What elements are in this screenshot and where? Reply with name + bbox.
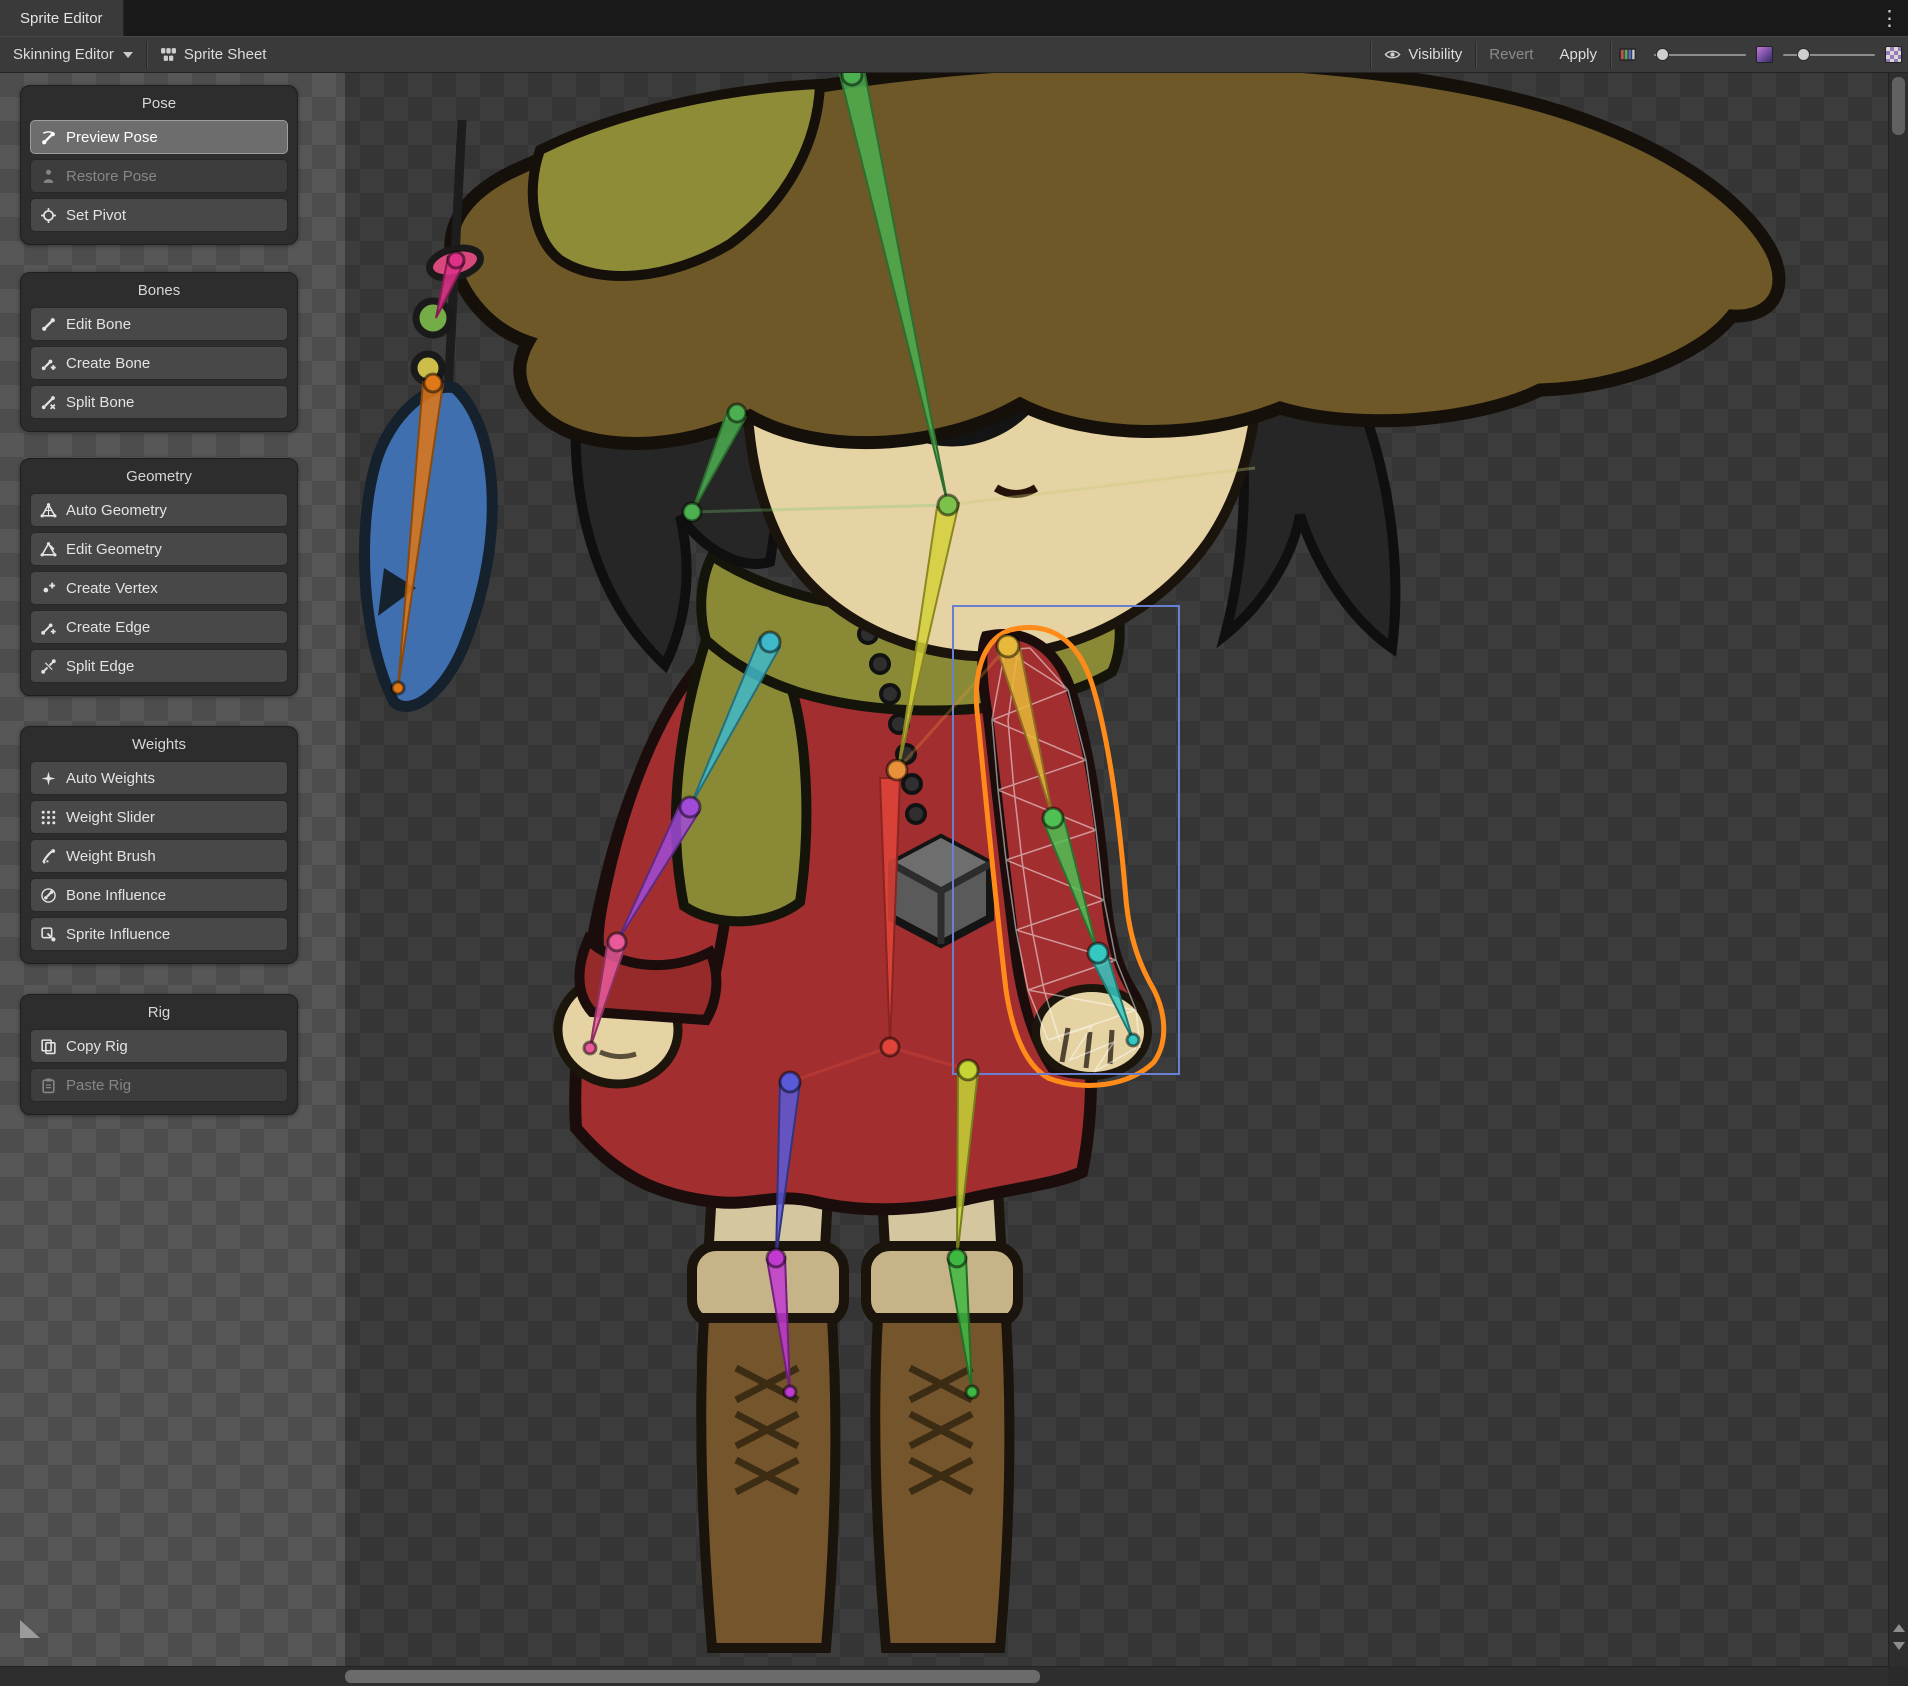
auto-geometry-button[interactable]: Auto Geometry [30,493,288,527]
horizontal-scrollbar[interactable] [0,1666,1888,1686]
weight-brush-button[interactable]: Weight Brush [30,839,288,873]
set-pivot-button[interactable]: Set Pivot [30,198,288,232]
split-bone-icon [40,394,57,411]
panel-title: Rig [21,995,297,1029]
toolbar: Skinning Editor Sprite Sheet Visibility … [0,36,1908,73]
edit-bone-icon [40,316,57,333]
horizontal-scrollbar-thumb[interactable] [345,1670,1040,1683]
bone-influence-icon [40,887,57,904]
scroll-down-icon[interactable] [1893,1642,1905,1650]
scroll-up-icon[interactable] [1893,1624,1905,1632]
split-edge-icon [40,658,57,675]
create-bone-icon [40,355,57,372]
create-bone-button[interactable]: Create Bone [30,346,288,380]
rgb-bars-icon [1619,46,1636,63]
kebab-menu-icon[interactable]: ⋮ [1871,0,1908,36]
copy-rig-icon [40,1038,57,1055]
preview-pose-button[interactable]: Preview Pose [30,120,288,154]
panel-pose: Pose Preview Pose Restore Pose Set Pivot [20,85,298,245]
create-edge-icon [40,619,57,636]
zoom-slider[interactable] [1783,54,1875,56]
weight-slider-icon [40,809,57,826]
edit-geometry-icon [40,541,57,558]
vertical-scrollbar[interactable] [1888,73,1908,1666]
alpha-slider-thumb[interactable] [1656,48,1669,61]
apply-button[interactable]: Apply [1546,37,1610,72]
tab-label: Sprite Editor [20,10,103,27]
preview-pose-icon [40,129,57,146]
split-bone-button[interactable]: Split Bone [30,385,288,419]
eye-icon [1384,46,1401,63]
tab-bar: Sprite Editor ⋮ [0,0,1908,36]
create-edge-button[interactable]: Create Edge [30,610,288,644]
auto-weights-button[interactable]: Auto Weights [30,761,288,795]
visibility-button[interactable]: Visibility [1371,37,1475,72]
edit-geometry-button[interactable]: Edit Geometry [30,532,288,566]
restore-pose-icon [40,168,57,185]
skinning-editor-label: Skinning Editor [13,46,114,63]
alpha-slider[interactable] [1654,54,1746,56]
bone-influence-button[interactable]: Bone Influence [30,878,288,912]
panel-rig: Rig Copy Rig Paste Rig [20,994,298,1115]
scrollbar-corner [1888,1666,1908,1686]
restore-pose-button[interactable]: Restore Pose [30,159,288,193]
edit-bone-button[interactable]: Edit Bone [30,307,288,341]
weight-brush-icon [40,848,57,865]
paste-rig-button[interactable]: Paste Rig [30,1068,288,1102]
vertical-scrollbar-thumb[interactable] [1892,77,1905,135]
gradient-chip-icon [1756,46,1773,63]
panel-weights: Weights Auto Weights Weight Slider Weigh… [20,726,298,964]
weight-slider-button[interactable]: Weight Slider [30,800,288,834]
color-channels-toggle[interactable] [1611,37,1644,72]
panel-title: Geometry [21,459,297,493]
sprite-influence-button[interactable]: Sprite Influence [30,917,288,951]
panel-title: Pose [21,86,297,120]
skinning-editor-dropdown[interactable]: Skinning Editor [0,37,146,72]
split-edge-button[interactable]: Split Edge [30,649,288,683]
panel-title: Weights [21,727,297,761]
auto-weights-icon [40,770,57,787]
toolbar-right-group: Visibility Revert Apply [1370,37,1908,72]
sprite-influence-icon [40,926,57,943]
revert-button[interactable]: Revert [1476,37,1546,72]
chevron-down-icon [123,52,133,58]
copy-rig-button[interactable]: Copy Rig [30,1029,288,1063]
panel-title: Bones [21,273,297,307]
panel-bones: Bones Edit Bone Create Bone Split Bone [20,272,298,432]
sprite-sheet-icon [160,46,177,63]
create-vertex-button[interactable]: Create Vertex [30,571,288,605]
tab-sprite-editor[interactable]: Sprite Editor [0,0,124,36]
sprite-sheet-button[interactable]: Sprite Sheet [147,37,280,72]
canvas-resize-grip[interactable] [20,1620,40,1638]
sprite-editor-window: Sprite Editor ⋮ Skinning Editor Sprite S… [0,0,1908,1686]
sprite-sheet-label: Sprite Sheet [184,46,267,63]
create-vertex-icon [40,580,57,597]
set-pivot-icon [40,207,57,224]
zoom-slider-thumb[interactable] [1797,48,1810,61]
paste-rig-icon [40,1077,57,1094]
panel-geometry: Geometry Auto Geometry Edit Geometry Cre… [20,458,298,696]
auto-geometry-icon [40,502,57,519]
visibility-label: Visibility [1408,46,1462,63]
checker-chip-icon [1885,46,1902,63]
